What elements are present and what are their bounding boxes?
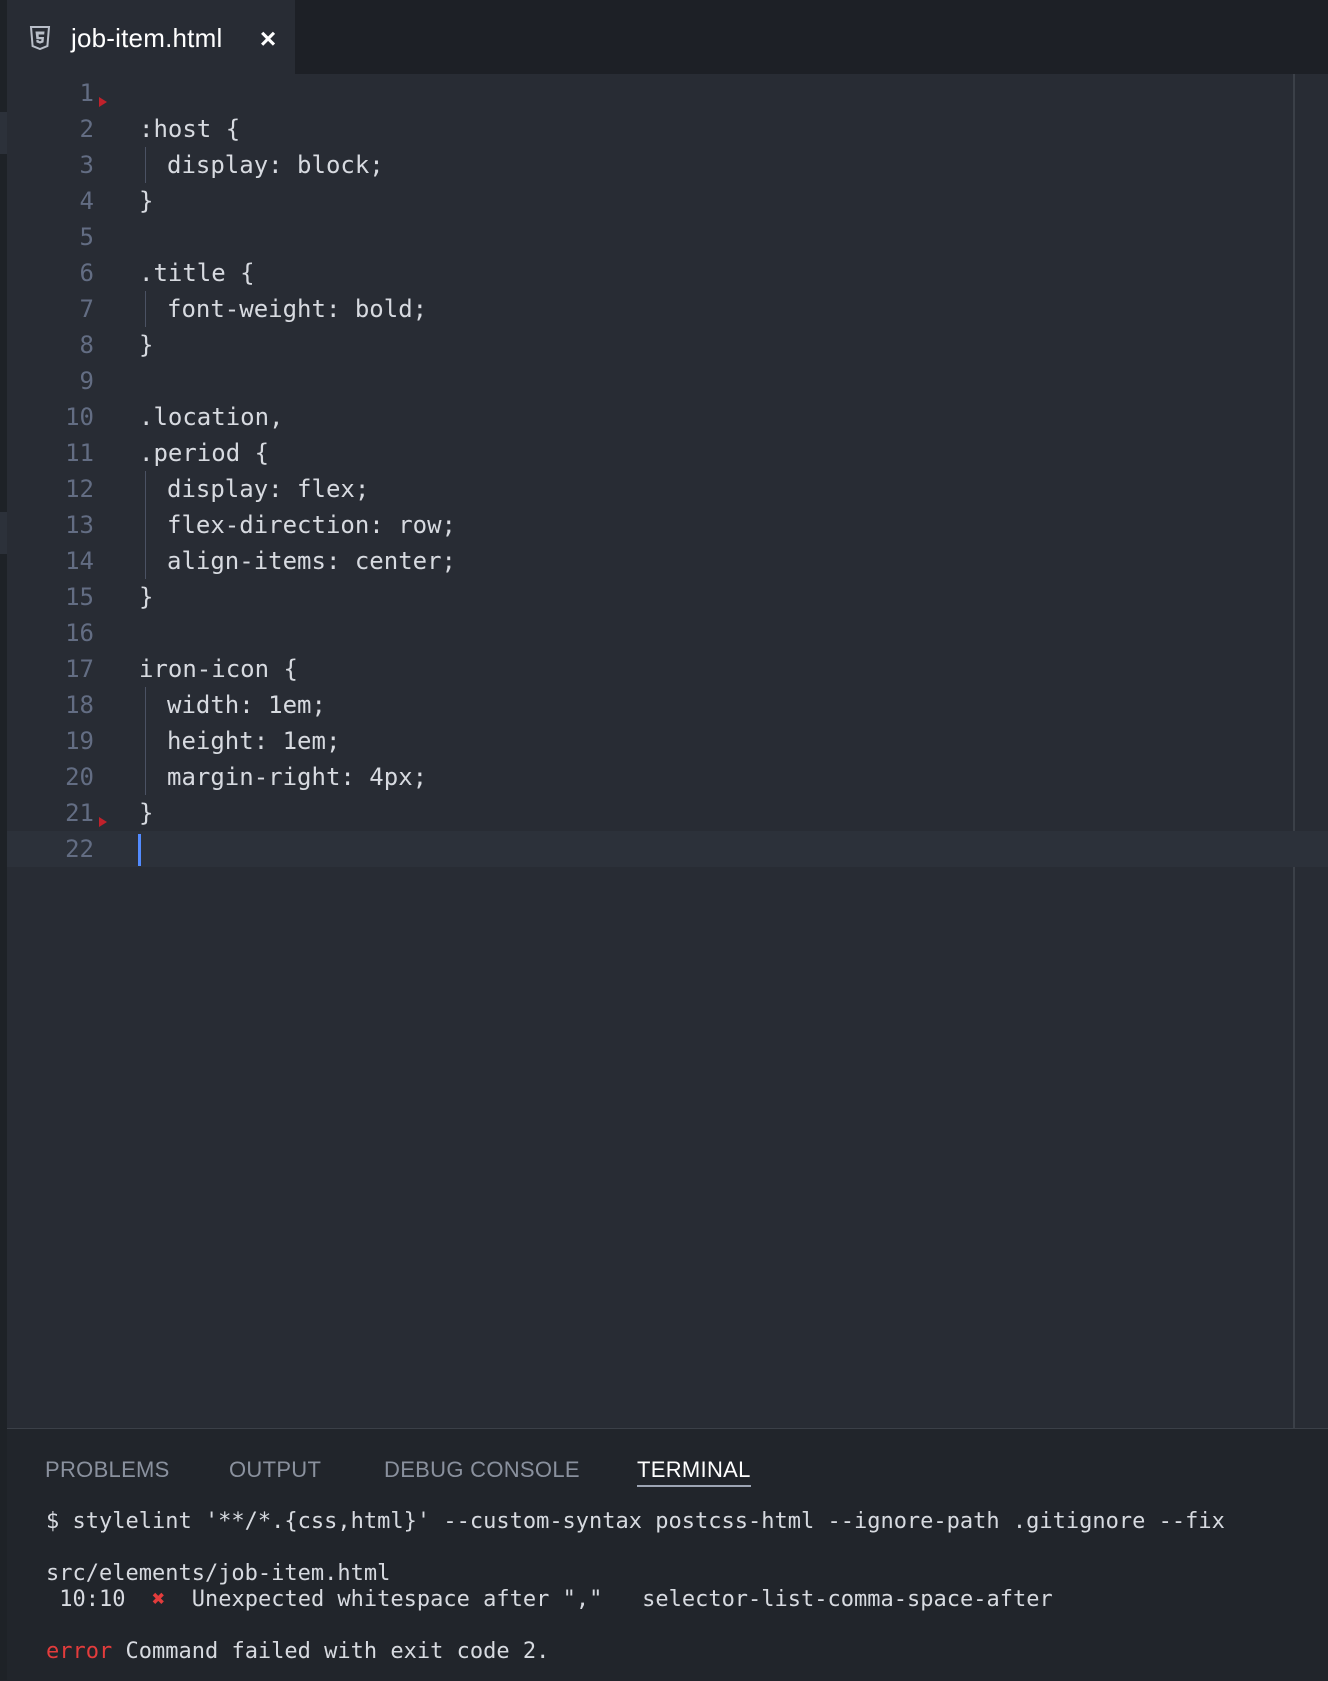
line-number: 21 [65, 799, 94, 827]
code-line[interactable]: 19 height: 1em; [7, 723, 1328, 759]
code-line[interactable]: 18 width: 1em; [7, 687, 1328, 723]
warning-rule: selector-list-comma-space-after [642, 1587, 1053, 1612]
strip-marker [0, 112, 7, 154]
line-number: 14 [65, 547, 94, 575]
code-text: } [139, 799, 154, 827]
tab-title: job-item.html [71, 23, 223, 53]
code-line[interactable]: 13 flex-direction: row; [7, 507, 1328, 543]
indent-guide [145, 543, 146, 579]
code-line[interactable]: 7 font-weight: bold; [7, 291, 1328, 327]
error-message: Command failed with exit code 2. [125, 1639, 550, 1664]
code-text: display: flex; [167, 475, 370, 503]
error-x-icon: ✖ [151, 1587, 166, 1612]
code-line[interactable]: 4} [7, 183, 1328, 219]
warning-message: Unexpected whitespace after "," [191, 1587, 603, 1612]
line-number: 18 [65, 691, 94, 719]
code-line[interactable]: 22 [7, 831, 1328, 867]
code-text: flex-direction: row; [167, 511, 456, 539]
code-text: } [139, 331, 154, 359]
code-line[interactable]: 6 .title { [7, 255, 1328, 291]
line-number: 4 [79, 187, 94, 215]
line-number: 17 [65, 655, 94, 683]
line-number: 20 [65, 763, 94, 791]
code-line[interactable]: 3 display: block; [7, 147, 1328, 183]
line-number: 19 [65, 727, 94, 755]
code-line[interactable]: 12 display: flex; [7, 471, 1328, 507]
code-line[interactable]: 1 [7, 75, 1328, 111]
line-number: 3 [79, 151, 94, 179]
code-line[interactable]: 17 iron-icon { [7, 651, 1328, 687]
line-number: 12 [65, 475, 94, 503]
terminal-command: $ stylelint '**/*.{css,html}' --custom-s… [46, 1509, 1225, 1534]
code-text: iron-icon { [139, 655, 298, 683]
code-line[interactable]: 8} [7, 327, 1328, 363]
line-number: 5 [79, 223, 94, 251]
indent-guide [145, 471, 146, 507]
code-line[interactable]: 10 .location, [7, 399, 1328, 435]
error-label: error [46, 1639, 113, 1664]
code-text: } [139, 187, 154, 215]
code-line[interactable]: 16 [7, 615, 1328, 651]
indent-guide [145, 687, 146, 723]
indent-guide [145, 759, 146, 795]
line-number: 8 [79, 331, 94, 359]
code-text: height: 1em; [167, 727, 341, 755]
line-number: 1 [79, 79, 94, 107]
indent-guide [145, 723, 146, 759]
tab-problems[interactable]: PROBLEMS [45, 1453, 170, 1487]
text-cursor [138, 834, 141, 866]
line-number: 16 [65, 619, 94, 647]
tab-bar: job-item.html × [7, 0, 1328, 74]
html5-icon [29, 26, 51, 51]
fold-marker-icon [99, 817, 107, 827]
line-number: 9 [79, 367, 94, 395]
tab-debug-console[interactable]: DEBUG CONSOLE [384, 1453, 580, 1487]
code-text: display: block; [167, 151, 384, 179]
code-text: width: 1em; [167, 691, 326, 719]
bottom-panel: PROBLEMS OUTPUT DEBUG CONSOLE TERMINAL $… [7, 1428, 1328, 1681]
indent-guide [145, 507, 146, 543]
line-number: 2 [79, 115, 94, 143]
activity-strip [0, 0, 7, 1680]
line-number: 6 [79, 259, 94, 287]
line-number: 22 [65, 835, 94, 863]
code-line[interactable]: 14 align-items: center; [7, 543, 1328, 579]
code-text: font-weight: bold; [167, 295, 428, 323]
line-number: 15 [65, 583, 94, 611]
strip-marker [0, 512, 7, 554]
terminal-warning: 10:10 ✖ Unexpected whitespace after "," … [46, 1585, 1053, 1615]
tab-job-item[interactable]: job-item.html × [7, 0, 295, 74]
code-text: :host { [139, 115, 241, 143]
code-line[interactable]: 5 [7, 219, 1328, 255]
code-editor[interactable]: 1 2:host {3 display: block; 4} 5 6 .title {7 fo… [7, 74, 1328, 1428]
code-line[interactable]: 20 margin-right: 4px; [7, 759, 1328, 795]
indent-guide [145, 147, 146, 183]
warning-position: 10:10 [46, 1587, 126, 1612]
close-icon[interactable]: × [255, 25, 281, 53]
code-text: .period { [139, 439, 270, 467]
code-line[interactable]: 15} [7, 579, 1328, 615]
line-number: 10 [65, 403, 94, 431]
tab-output[interactable]: OUTPUT [229, 1453, 321, 1487]
code-text: margin-right: 4px; [167, 763, 428, 791]
editor-window: job-item.html × 1 2:host {3 display: block… [0, 0, 1328, 1681]
code-text: } [139, 583, 154, 611]
tab-terminal[interactable]: TERMINAL [637, 1453, 751, 1487]
code-line[interactable]: 21} [7, 795, 1328, 831]
fold-marker-icon [99, 97, 107, 107]
code-line[interactable]: 9 [7, 363, 1328, 399]
code-text: .title { [139, 259, 255, 287]
code-text: align-items: center; [167, 547, 456, 575]
indent-guide [145, 291, 146, 327]
line-number: 7 [79, 295, 94, 323]
terminal-error: error Command failed with exit code 2. [46, 1637, 549, 1667]
line-number: 11 [65, 439, 94, 467]
code-text: .location, [139, 403, 284, 431]
code-line[interactable]: 2 :host { [7, 111, 1328, 147]
line-number: 13 [65, 511, 94, 539]
code-line[interactable]: 11 .period { [7, 435, 1328, 471]
